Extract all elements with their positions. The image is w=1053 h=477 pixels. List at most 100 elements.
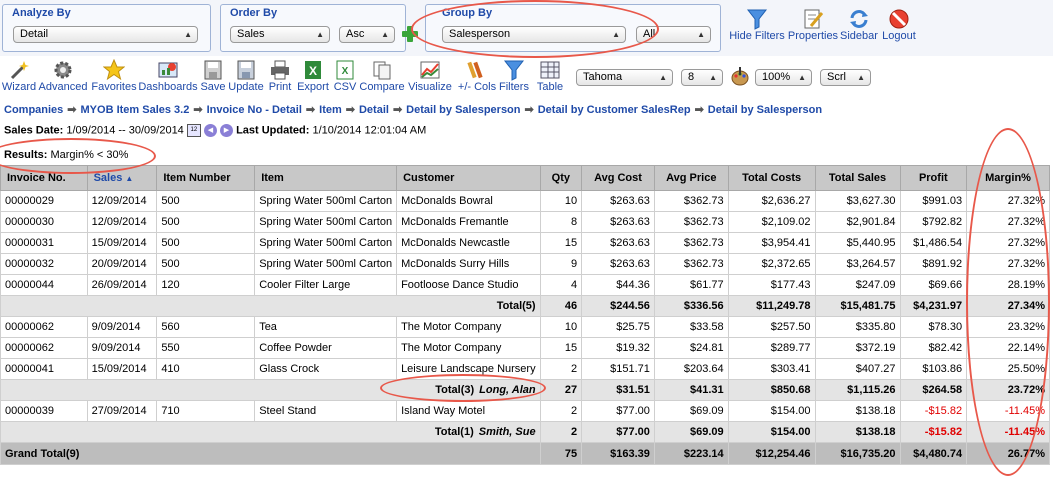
floppy-disk-icon <box>204 60 222 80</box>
table-row[interactable]: 00000030 12/09/2014 500 Spring Water 500ml … <box>0 211 1050 233</box>
table-cell: 410 <box>156 358 256 380</box>
table-row[interactable]: 00000044 26/09/2014 120 Cooler Filter Large… <box>0 274 1050 296</box>
scroll-select[interactable]: Scrl ▲ <box>820 69 871 86</box>
breadcrumb-item[interactable]: Companies <box>4 104 63 116</box>
table-cell: $362.73 <box>653 253 729 275</box>
export-button[interactable]: X Export <box>295 59 331 93</box>
print-button[interactable]: Print <box>265 59 295 93</box>
column-header[interactable]: Margin% <box>966 165 1050 191</box>
table-cell: -$15.82 <box>899 400 968 422</box>
advanced-label: Advanced <box>38 81 88 93</box>
table-cell: $69.66 <box>899 274 968 296</box>
logout-button[interactable]: Logout <box>879 8 919 42</box>
calendar-icon[interactable]: 12 <box>186 124 201 137</box>
zoom-select[interactable]: 100% ▲ <box>755 69 812 86</box>
table-cell: $78.30 <box>899 316 968 338</box>
table-cell: Steel Stand <box>254 400 398 422</box>
group-salesperson: Long, Alan <box>479 384 536 396</box>
table-cell: $263.63 <box>581 232 655 254</box>
table-cell: Cooler Filter Large <box>254 274 398 296</box>
csv-label: CSV <box>333 81 357 93</box>
palette-icon[interactable] <box>731 67 749 87</box>
grand-total-cell: $163.39 <box>581 442 655 465</box>
save-button[interactable]: Save <box>199 59 227 93</box>
font-size-select[interactable]: 8 ▲ <box>681 69 723 86</box>
table-cell: 00000032 <box>0 253 88 275</box>
add-remove-cols-button[interactable]: +/- Cols <box>454 59 500 93</box>
breadcrumb-item[interactable]: Item <box>319 104 342 116</box>
table-row[interactable]: 00000029 12/09/2014 500 Spring Water 500ml … <box>0 190 1050 212</box>
column-header[interactable]: Qty <box>539 165 583 191</box>
add-plus-icon[interactable] <box>401 25 419 43</box>
visualize-button[interactable]: Visualize <box>406 59 454 93</box>
table-cell: $991.03 <box>899 190 968 212</box>
analyze-by-select[interactable]: Detail ▲ <box>13 26 198 43</box>
table-cell: Spring Water 500ml Carton <box>254 253 398 275</box>
properties-icon <box>804 9 824 29</box>
hide-filters-button[interactable]: Hide Filters <box>729 8 785 42</box>
table-cell: 23.32% <box>966 316 1050 338</box>
group-total-cell: 27 <box>539 379 583 401</box>
breadcrumb-item[interactable]: Detail by Salesperson <box>406 104 520 116</box>
favorites-button[interactable]: Favorites <box>90 59 138 93</box>
breadcrumb-item[interactable]: Detail by Salesperson <box>708 104 822 116</box>
breadcrumb-item[interactable]: Detail by Customer SalesRep <box>538 104 691 116</box>
filter-funnel-icon <box>503 60 525 81</box>
filters-button[interactable]: Filters <box>499 59 529 93</box>
group-filter-select[interactable]: All ▲ <box>636 26 711 43</box>
breadcrumb-item[interactable]: Detail <box>359 104 389 116</box>
wizard-button[interactable]: Wizard <box>1 59 37 93</box>
table-cell: $3,264.57 <box>814 253 901 275</box>
table-cell: 500 <box>156 232 256 254</box>
next-period-icon[interactable]: ▶ <box>220 124 233 137</box>
csv-button[interactable]: X CSV <box>331 59 359 93</box>
breadcrumb-item[interactable]: Invoice No - Detail <box>207 104 302 116</box>
table-row[interactable]: 00000031 15/09/2014 500 Spring Water 500ml … <box>0 232 1050 254</box>
group-total-cell: 46 <box>539 295 583 317</box>
group-total-cell: 27.34% <box>966 295 1050 317</box>
table-button[interactable]: Table <box>534 59 566 93</box>
group-total-cell: $77.00 <box>581 421 655 443</box>
advanced-button[interactable]: Advanced <box>38 59 88 93</box>
group-total-cell: $69.09 <box>653 421 729 443</box>
grand-total-cell: 75 <box>539 442 583 465</box>
font-select[interactable]: Tahoma ▲ <box>576 69 673 86</box>
column-header[interactable]: Total Costs <box>727 165 816 191</box>
sidebar-button[interactable]: Sidebar <box>839 8 879 42</box>
column-header[interactable]: Total Sales <box>814 165 901 191</box>
grand-total-row: Grand Total(9) 75 $163.39 $223.14 $12,254.46… <box>0 442 1050 465</box>
group-total-count: Total(1) <box>434 426 474 438</box>
table-row[interactable]: 00000041 15/09/2014 410 Glass Crock Leisure … <box>0 358 1050 380</box>
table-row[interactable]: 00000062 9/09/2014 560 Tea The Motor Company… <box>0 316 1050 338</box>
select-arrow-icon: ▲ <box>316 30 324 39</box>
group-by-select[interactable]: Salesperson ▲ <box>442 26 626 43</box>
dashboards-button[interactable]: Dashboards <box>138 59 198 93</box>
group-total-cell: $138.18 <box>814 421 901 443</box>
column-header[interactable]: Avg Price <box>653 165 729 191</box>
table-cell: 9 <box>539 253 583 275</box>
order-by-select[interactable]: Sales ▲ <box>230 26 330 43</box>
update-button[interactable]: Update <box>227 59 265 93</box>
table-cell: 500 <box>156 211 256 233</box>
properties-button[interactable]: Properties <box>787 8 839 42</box>
column-header[interactable]: Profit <box>899 165 968 191</box>
column-header-sorted[interactable]: Sales ▲ <box>86 165 158 191</box>
breadcrumb-item[interactable]: MYOB Item Sales 3.2 <box>81 104 190 116</box>
compare-icon <box>373 61 391 80</box>
table-cell: 27.32% <box>966 190 1050 212</box>
order-direction-select[interactable]: Asc ▲ <box>339 26 395 43</box>
table-row[interactable]: 00000062 9/09/2014 550 Coffee Powder The Mot… <box>0 337 1050 359</box>
column-header[interactable]: Customer <box>396 165 541 191</box>
table-cell: 4 <box>539 274 583 296</box>
table-row[interactable]: 00000032 20/09/2014 500 Spring Water 500ml … <box>0 253 1050 275</box>
column-header[interactable]: Invoice No. <box>0 165 88 191</box>
table-cell: $407.27 <box>814 358 901 380</box>
table-cell: $335.80 <box>814 316 901 338</box>
previous-period-icon[interactable]: ◀ <box>203 124 217 137</box>
compare-button[interactable]: Compare <box>359 59 405 93</box>
column-header[interactable]: Avg Cost <box>581 165 655 191</box>
group-total-cell: 2 <box>539 421 583 443</box>
table-row[interactable]: 00000039 27/09/2014 710 Steel Stand Island W… <box>0 400 1050 422</box>
column-header[interactable]: Item Number <box>156 165 256 191</box>
column-header[interactable]: Item <box>254 165 398 191</box>
